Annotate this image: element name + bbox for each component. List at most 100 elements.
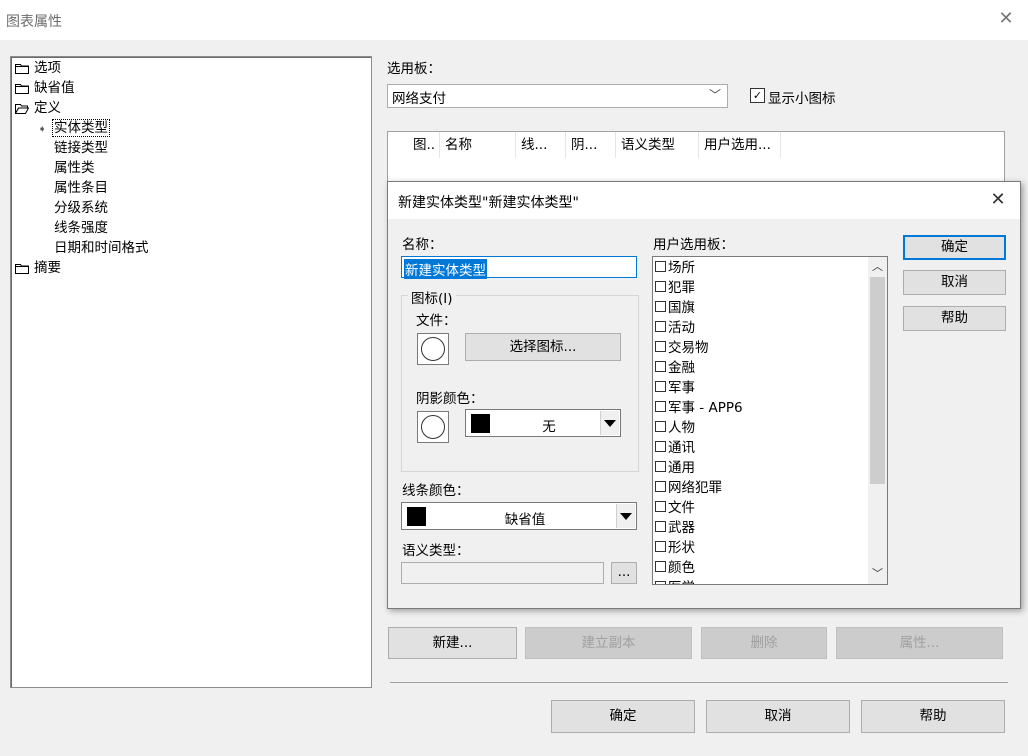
column-header-name[interactable]: 名称	[440, 132, 516, 158]
list-item[interactable]: 交易物	[655, 338, 709, 358]
semantic-type-input[interactable]	[401, 562, 604, 584]
list-item-label: 通讯	[668, 440, 695, 456]
list-item[interactable]: 医学	[655, 578, 695, 584]
shadow-color-select[interactable]: 无	[465, 409, 621, 437]
list-item[interactable]: 文件	[655, 498, 695, 518]
name-input[interactable]: 新建实体类型	[401, 256, 637, 279]
list-item-label: 军事 - APP6	[668, 400, 743, 416]
dialog-help-button[interactable]: 帮助	[903, 306, 1006, 331]
tree-item-options[interactable]: 选项	[15, 58, 61, 78]
tree-item-label: 定义	[34, 100, 61, 116]
list-item-label: 活动	[668, 320, 695, 336]
user-palettes-label: 用户选用板：	[653, 237, 734, 253]
tree-item-definitions[interactable]: 定义	[15, 98, 61, 118]
divider	[390, 682, 1008, 683]
checkbox[interactable]	[655, 501, 666, 512]
list-item[interactable]: 颜色	[655, 558, 695, 578]
tree-item-line-strengths[interactable]: 线条强度	[54, 218, 108, 238]
list-item-label: 颜色	[668, 560, 695, 576]
dialog-cancel-button[interactable]: 取消	[903, 270, 1006, 295]
checkbox[interactable]	[655, 481, 666, 492]
tree-item-label: 实体类型	[52, 119, 110, 137]
semantic-type-browse-button[interactable]: ...	[611, 562, 637, 584]
choose-icon-button[interactable]: 选择图标...	[465, 333, 621, 361]
ok-button[interactable]: 确定	[551, 700, 695, 733]
category-tree[interactable]: 选项 缺省值 定义 ➧ 实体类型 链接类型 属性类 属性条目 分级系统 线条强度 …	[10, 56, 372, 688]
list-item-label: 人物	[668, 420, 695, 436]
palette-select[interactable]: 网络支付 ﹀	[387, 84, 728, 108]
list-item[interactable]: 犯罪	[655, 278, 695, 298]
scroll-up-icon[interactable]: ︿	[868, 258, 887, 276]
checkbox[interactable]	[655, 561, 666, 572]
checkbox[interactable]	[655, 521, 666, 532]
icon-preview	[417, 333, 449, 365]
list-item[interactable]: 武器	[655, 518, 695, 538]
checkbox[interactable]	[655, 441, 666, 452]
new-button[interactable]: 新建...	[388, 627, 517, 659]
tree-item-label: 线条强度	[54, 220, 108, 236]
file-label: 文件：	[416, 313, 457, 329]
column-header-line[interactable]: 线...	[516, 132, 566, 158]
checkbox[interactable]	[655, 401, 666, 412]
checkbox[interactable]	[655, 361, 666, 372]
list-item[interactable]: 国旗	[655, 298, 695, 318]
dialog-close-icon[interactable]: ✕	[988, 190, 1008, 210]
line-color-select[interactable]: 缺省值	[401, 502, 637, 530]
list-item[interactable]: 通讯	[655, 438, 695, 458]
list-item[interactable]: 活动	[655, 318, 695, 338]
properties-button[interactable]: 属性...	[836, 627, 1003, 659]
checkbox[interactable]	[655, 581, 666, 584]
scrollbar-thumb[interactable]	[870, 277, 885, 484]
chevron-down-icon: ﹀	[708, 88, 721, 102]
tree-item-defaults[interactable]: 缺省值	[15, 78, 75, 98]
list-item[interactable]: 场所	[655, 258, 695, 278]
show-small-icons-checkbox[interactable]: ✓	[750, 88, 765, 103]
dropdown-arrow-icon[interactable]	[600, 411, 619, 435]
list-item[interactable]: 通用	[655, 458, 695, 478]
checkbox[interactable]	[655, 541, 666, 552]
user-palettes-list[interactable]: 场所 犯罪 国旗 活动 交易物 金融 军事 军事 - APP6 人物 通讯 通用…	[652, 256, 888, 585]
name-label: 名称：	[402, 237, 443, 253]
tree-item-summary[interactable]: 摘要	[15, 258, 61, 278]
list-item[interactable]: 军事 - APP6	[655, 398, 743, 418]
vertical-scrollbar[interactable]: ︿ ﹀	[868, 257, 887, 584]
dropdown-arrow-icon[interactable]	[616, 504, 635, 528]
scroll-down-icon[interactable]: ﹀	[868, 565, 887, 583]
checkbox[interactable]	[655, 281, 666, 292]
checkbox[interactable]	[655, 321, 666, 332]
delete-button[interactable]: 删除	[701, 627, 827, 659]
checkbox[interactable]	[655, 381, 666, 392]
checkbox[interactable]	[655, 341, 666, 352]
checkbox[interactable]	[655, 461, 666, 472]
checkbox[interactable]	[655, 261, 666, 272]
tree-item-datetime-formats[interactable]: 日期和时间格式	[54, 238, 149, 258]
tree-item-entity-types[interactable]: ➧ 实体类型	[38, 118, 110, 138]
column-header-shadow[interactable]: 阴...	[566, 132, 616, 158]
list-item[interactable]: 金融	[655, 358, 695, 378]
column-header-user-palette[interactable]: 用户选用...	[699, 132, 781, 158]
icon-group-label: 图标(I)	[408, 287, 456, 307]
cancel-button[interactable]: 取消	[706, 700, 850, 733]
checkbox[interactable]	[655, 301, 666, 312]
tree-item-link-types[interactable]: 链接类型	[54, 138, 108, 158]
list-item-label: 金融	[668, 360, 695, 376]
dialog-ok-button[interactable]: 确定	[903, 235, 1006, 260]
list-item[interactable]: 形状	[655, 538, 695, 558]
list-item[interactable]: 人物	[655, 418, 695, 438]
tree-item-grading-systems[interactable]: 分级系统	[54, 198, 108, 218]
help-button[interactable]: 帮助	[861, 700, 1005, 733]
copy-button[interactable]: 建立副本	[525, 627, 692, 659]
dialog-title: 新建实体类型"新建实体类型"	[398, 195, 579, 211]
name-input-value: 新建实体类型	[404, 259, 487, 279]
tree-item-attribute-classes[interactable]: 属性类	[54, 158, 95, 178]
color-swatch	[471, 414, 490, 433]
circle-icon	[421, 337, 445, 361]
column-header-semantic-type[interactable]: 语义类型	[616, 132, 699, 158]
window-close-icon[interactable]: ✕	[996, 9, 1016, 29]
list-item[interactable]: 军事	[655, 378, 695, 398]
tree-item-attribute-entries[interactable]: 属性条目	[54, 178, 108, 198]
checkbox[interactable]	[655, 421, 666, 432]
column-header-icon[interactable]: 图..	[408, 132, 440, 158]
circle-icon	[421, 415, 445, 439]
list-item[interactable]: 网络犯罪	[655, 478, 722, 498]
